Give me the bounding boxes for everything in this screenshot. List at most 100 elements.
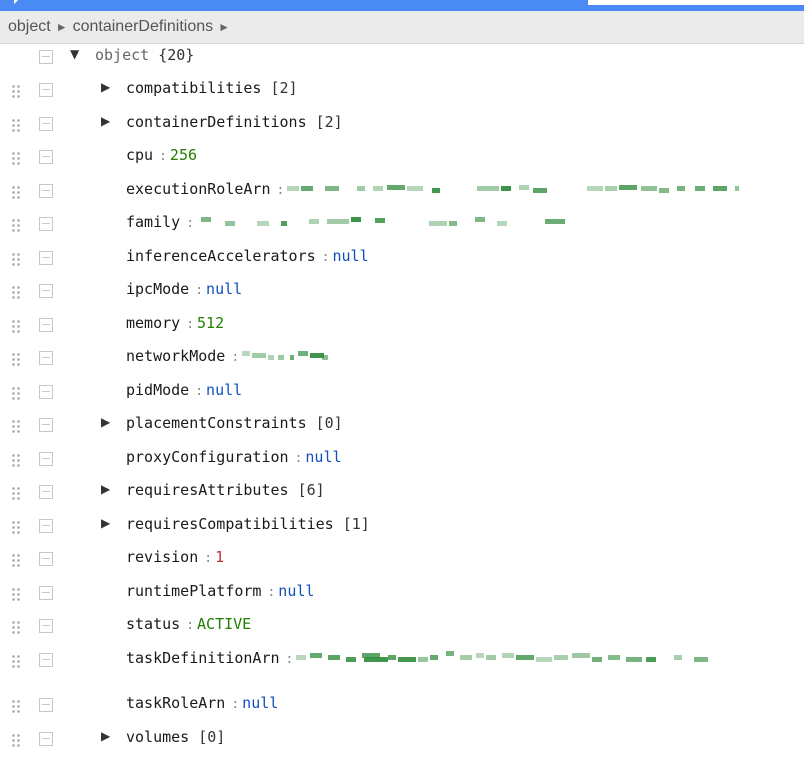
drag-handle-icon[interactable] bbox=[11, 453, 21, 469]
context-menu-icon[interactable] bbox=[39, 284, 53, 298]
context-menu-icon[interactable] bbox=[39, 150, 53, 164]
redacted-value[interactable] bbox=[242, 351, 329, 361]
expand-icon[interactable]: ▶ bbox=[101, 729, 110, 743]
tree-row-runtimeplatform: runtimePlatform: null bbox=[0, 579, 804, 609]
field-separator: : bbox=[159, 149, 167, 164]
drag-handle-icon[interactable] bbox=[11, 553, 21, 569]
context-menu-icon[interactable] bbox=[39, 385, 53, 399]
field-value[interactable]: 1 bbox=[215, 548, 224, 566]
tree-row-placementconstraints: ▶ placementConstraints [0] bbox=[0, 411, 804, 441]
drag-handle-icon[interactable] bbox=[11, 352, 21, 368]
field-value[interactable]: 256 bbox=[170, 146, 197, 164]
item-count: [2] bbox=[270, 79, 298, 97]
field-separator: : bbox=[321, 250, 330, 265]
context-menu-icon[interactable] bbox=[39, 452, 53, 466]
field-value[interactable]: null bbox=[206, 381, 242, 399]
drag-handle-icon[interactable] bbox=[11, 486, 21, 502]
context-menu-icon[interactable] bbox=[39, 184, 53, 198]
context-menu-icon[interactable] bbox=[39, 519, 53, 533]
expand-icon[interactable]: ▶ bbox=[101, 80, 110, 94]
field-name[interactable]: requiresCompatibilities bbox=[126, 515, 334, 533]
field-name[interactable]: pidMode bbox=[126, 381, 189, 399]
field-name[interactable]: revision bbox=[126, 548, 198, 566]
context-menu-icon[interactable] bbox=[39, 351, 53, 365]
tree-row-ipcmode: ipcMode: null bbox=[0, 277, 804, 307]
drag-handle-icon[interactable] bbox=[11, 699, 21, 715]
expand-icon[interactable]: ▶ bbox=[101, 415, 110, 429]
context-menu-icon[interactable] bbox=[39, 217, 53, 231]
field-value[interactable]: null bbox=[332, 247, 368, 265]
field-name[interactable]: memory bbox=[126, 314, 180, 332]
context-menu-icon[interactable] bbox=[39, 698, 53, 712]
field-name[interactable]: executionRoleArn bbox=[126, 180, 271, 198]
drag-handle-icon[interactable] bbox=[11, 587, 21, 603]
drag-handle-icon[interactable] bbox=[11, 118, 21, 134]
field-name[interactable]: proxyConfiguration bbox=[126, 448, 289, 466]
field-name[interactable]: compatibilities bbox=[126, 79, 261, 97]
expand-icon[interactable]: ▶ bbox=[101, 114, 110, 128]
tree-row-requirescompatibilities: ▶ requiresCompatibilities [1] bbox=[0, 512, 804, 542]
field-value[interactable]: null bbox=[305, 448, 341, 466]
drag-handle-icon[interactable] bbox=[11, 520, 21, 536]
field-name[interactable]: volumes bbox=[126, 728, 189, 746]
context-menu-icon[interactable] bbox=[39, 117, 53, 131]
field-name[interactable]: inferenceAccelerators bbox=[126, 247, 316, 265]
breadcrumb-item-object[interactable]: object bbox=[8, 18, 51, 36]
field-separator: : bbox=[231, 350, 240, 365]
breadcrumb-item-containerdefinitions[interactable]: containerDefinitions bbox=[73, 18, 214, 36]
context-menu-icon[interactable] bbox=[39, 586, 53, 600]
context-menu-icon[interactable] bbox=[39, 318, 53, 332]
field-name[interactable]: requiresAttributes bbox=[126, 481, 289, 499]
context-menu-icon[interactable] bbox=[39, 653, 53, 667]
tree-row-volumes: ▶ volumes [0] bbox=[0, 725, 804, 755]
breadcrumb-separator-icon[interactable]: ► bbox=[218, 20, 230, 34]
context-menu-icon[interactable] bbox=[39, 485, 53, 499]
redacted-value[interactable] bbox=[296, 651, 709, 663]
field-value[interactable]: null bbox=[242, 694, 278, 712]
drag-handle-icon[interactable] bbox=[11, 218, 21, 234]
drag-handle-icon[interactable] bbox=[11, 151, 21, 167]
field-name[interactable]: runtimePlatform bbox=[126, 582, 261, 600]
field-name[interactable]: taskRoleArn bbox=[126, 694, 225, 712]
context-menu-icon[interactable] bbox=[39, 619, 53, 633]
context-menu-icon[interactable] bbox=[39, 732, 53, 746]
field-name[interactable]: family bbox=[126, 213, 180, 231]
drag-handle-icon[interactable] bbox=[11, 319, 21, 335]
drag-handle-icon[interactable] bbox=[11, 419, 21, 435]
field-name[interactable]: containerDefinitions bbox=[126, 113, 307, 131]
field-name[interactable]: cpu bbox=[126, 146, 153, 164]
expand-icon[interactable]: ▶ bbox=[101, 516, 110, 530]
drag-handle-icon[interactable] bbox=[11, 654, 21, 670]
toolbar-icon[interactable]: ◤ bbox=[14, 0, 21, 6]
context-menu-icon[interactable] bbox=[39, 552, 53, 566]
field-name[interactable]: networkMode bbox=[126, 347, 225, 365]
field-name[interactable]: placementConstraints bbox=[126, 414, 307, 432]
tree-row-memory: memory:512 bbox=[0, 311, 804, 341]
field-value[interactable]: 512 bbox=[197, 314, 224, 332]
context-menu-icon[interactable] bbox=[39, 83, 53, 97]
field-separator: : bbox=[285, 652, 294, 667]
tree-row-proxyconfiguration: proxyConfiguration: null bbox=[0, 445, 804, 475]
redacted-value[interactable] bbox=[287, 184, 740, 194]
context-menu-icon[interactable] bbox=[39, 251, 53, 265]
drag-handle-icon[interactable] bbox=[11, 620, 21, 636]
field-value[interactable]: null bbox=[206, 280, 242, 298]
redacted-value[interactable] bbox=[197, 217, 566, 227]
drag-handle-icon[interactable] bbox=[11, 185, 21, 201]
field-value[interactable]: ACTIVE bbox=[197, 615, 251, 633]
field-name[interactable]: taskDefinitionArn bbox=[126, 649, 280, 667]
context-menu-icon[interactable] bbox=[39, 50, 53, 64]
collapse-icon[interactable]: ▼ bbox=[70, 47, 79, 61]
context-menu-icon[interactable] bbox=[39, 418, 53, 432]
drag-handle-icon[interactable] bbox=[11, 386, 21, 402]
drag-handle-icon[interactable] bbox=[11, 285, 21, 301]
search-field[interactable] bbox=[588, 0, 804, 5]
field-name[interactable]: ipcMode bbox=[126, 280, 189, 298]
root-field[interactable]: object bbox=[95, 46, 149, 64]
field-value[interactable]: null bbox=[278, 582, 314, 600]
drag-handle-icon[interactable] bbox=[11, 252, 21, 268]
drag-handle-icon[interactable] bbox=[11, 84, 21, 100]
drag-handle-icon[interactable] bbox=[11, 733, 21, 749]
field-name[interactable]: status bbox=[126, 615, 180, 633]
expand-icon[interactable]: ▶ bbox=[101, 482, 110, 496]
